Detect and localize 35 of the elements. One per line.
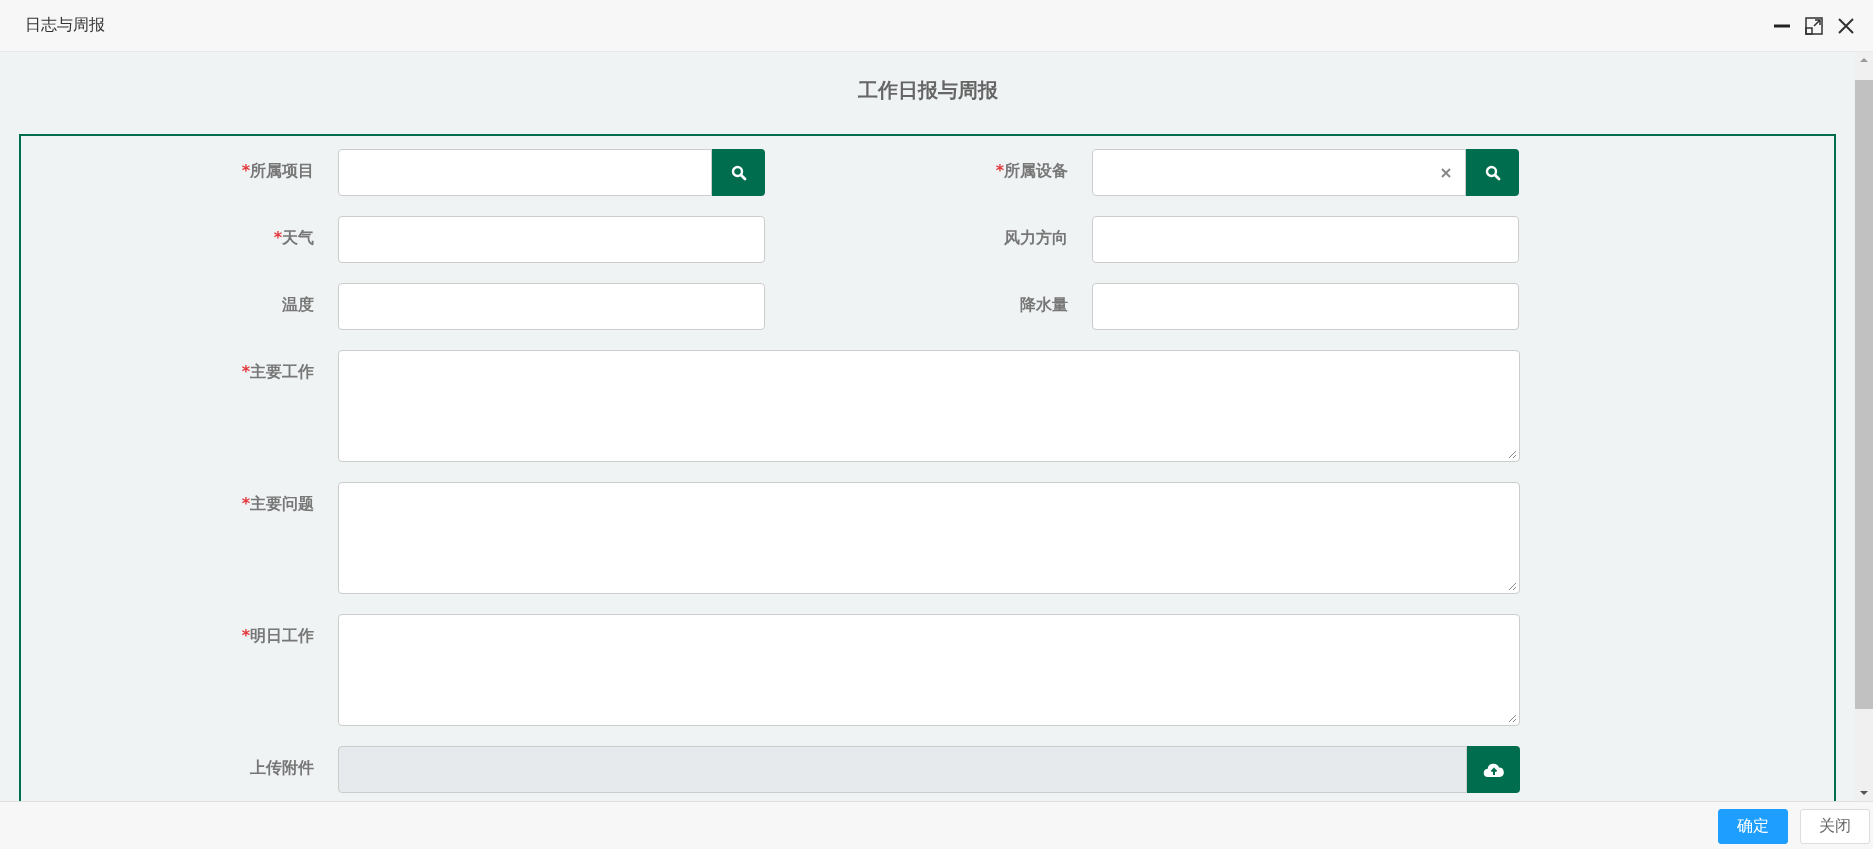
input-field[interactable] xyxy=(1092,149,1466,196)
close-button[interactable]: 关闭 xyxy=(1800,808,1870,844)
file-field[interactable] xyxy=(338,746,1467,793)
scroll-down-icon[interactable] xyxy=(1859,789,1869,797)
search-button[interactable] xyxy=(1466,149,1519,196)
input-field[interactable] xyxy=(338,283,765,330)
field-label: *主要工作 xyxy=(240,361,314,383)
maximize-icon[interactable] xyxy=(1805,16,1823,35)
scrollbar[interactable] xyxy=(1855,52,1873,801)
search-icon xyxy=(1484,164,1501,181)
field-label: 风力方向 xyxy=(1003,227,1068,249)
form-heading: 工作日报与周报 xyxy=(856,77,999,104)
resize-grip-icon[interactable] xyxy=(1507,449,1517,459)
input-field[interactable] xyxy=(1092,216,1519,263)
close-icon[interactable] xyxy=(1837,16,1855,35)
resize-grip-icon[interactable] xyxy=(1507,581,1517,591)
field-label: 上传附件 xyxy=(249,757,314,779)
field-label: *所属项目 xyxy=(240,160,314,182)
field-label: 温度 xyxy=(281,294,314,316)
field-label: *明日工作 xyxy=(240,625,314,647)
window-title: 日志与周报 xyxy=(25,15,105,36)
clear-icon[interactable] xyxy=(1441,167,1451,178)
scroll-up-icon[interactable] xyxy=(1859,56,1869,64)
field-label: *天气 xyxy=(272,227,314,249)
input-field[interactable] xyxy=(1092,283,1519,330)
search-icon xyxy=(730,164,747,181)
upload-button[interactable] xyxy=(1467,746,1520,793)
field-label: *主要问题 xyxy=(240,493,314,515)
input-field[interactable] xyxy=(338,216,765,263)
field-label: 降水量 xyxy=(1019,294,1068,316)
field-label: *所属设备 xyxy=(994,160,1068,182)
cloud-upload-icon xyxy=(1482,761,1505,778)
search-button[interactable] xyxy=(712,149,765,196)
input-field[interactable] xyxy=(338,149,712,196)
resize-grip-icon[interactable] xyxy=(1507,713,1517,723)
